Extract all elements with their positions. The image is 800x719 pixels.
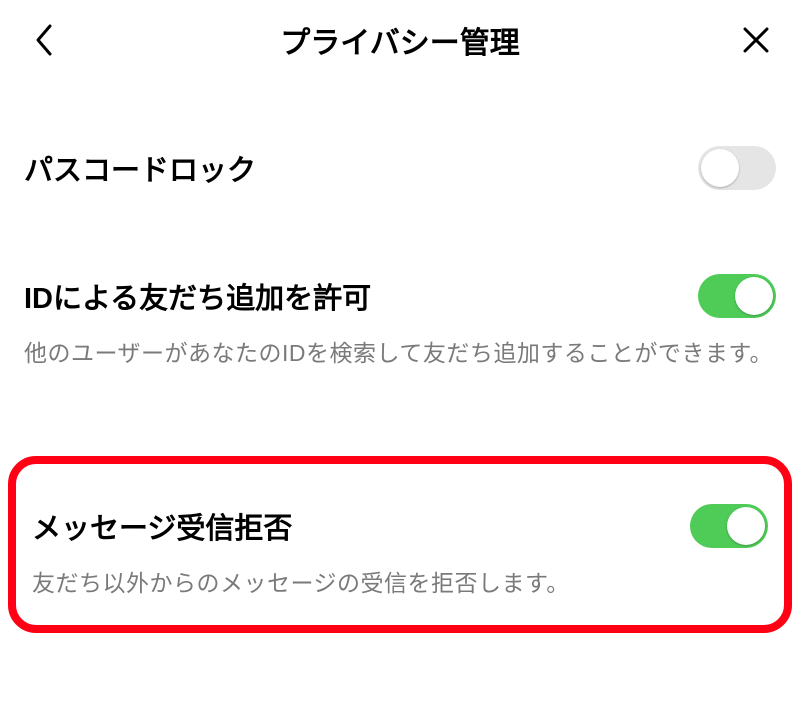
chevron-left-icon [34, 23, 54, 57]
setting-row: メッセージ受信拒否 [32, 504, 768, 548]
back-button[interactable] [24, 20, 64, 60]
header: プライバシー管理 [0, 0, 800, 80]
toggle-knob [735, 277, 773, 315]
close-icon [742, 26, 770, 54]
setting-label-id-add: IDによる友だち追加を許可 [24, 275, 371, 317]
page-title: プライバシー管理 [64, 18, 736, 62]
toggle-id-friend-add[interactable] [698, 274, 776, 318]
setting-row: パスコードロック [24, 146, 776, 190]
section-message-block-highlighted: メッセージ受信拒否 友だち以外からのメッセージの受信を拒否します。 [8, 456, 792, 634]
setting-row: IDによる友だち追加を許可 [24, 274, 776, 318]
section-passcode-lock: パスコードロック [24, 80, 776, 190]
settings-content: パスコードロック IDによる友だち追加を許可 他のユーザーがあなたのIDを検索し… [0, 80, 800, 633]
toggle-knob [727, 507, 765, 545]
toggle-message-block[interactable] [690, 504, 768, 548]
setting-subtext-id-add: 他のユーザーがあなたのIDを検索して友だち追加することができます。 [24, 336, 776, 372]
setting-subtext-message-block: 友だち以外からのメッセージの受信を拒否します。 [32, 566, 768, 602]
toggle-passcode-lock[interactable] [698, 146, 776, 190]
close-button[interactable] [736, 20, 776, 60]
section-id-friend-add: IDによる友だち追加を許可 他のユーザーがあなたのIDを検索して友だち追加するこ… [24, 190, 776, 372]
setting-label-message-block: メッセージ受信拒否 [32, 505, 292, 547]
setting-label-passcode: パスコードロック [24, 147, 256, 189]
toggle-knob [701, 149, 739, 187]
